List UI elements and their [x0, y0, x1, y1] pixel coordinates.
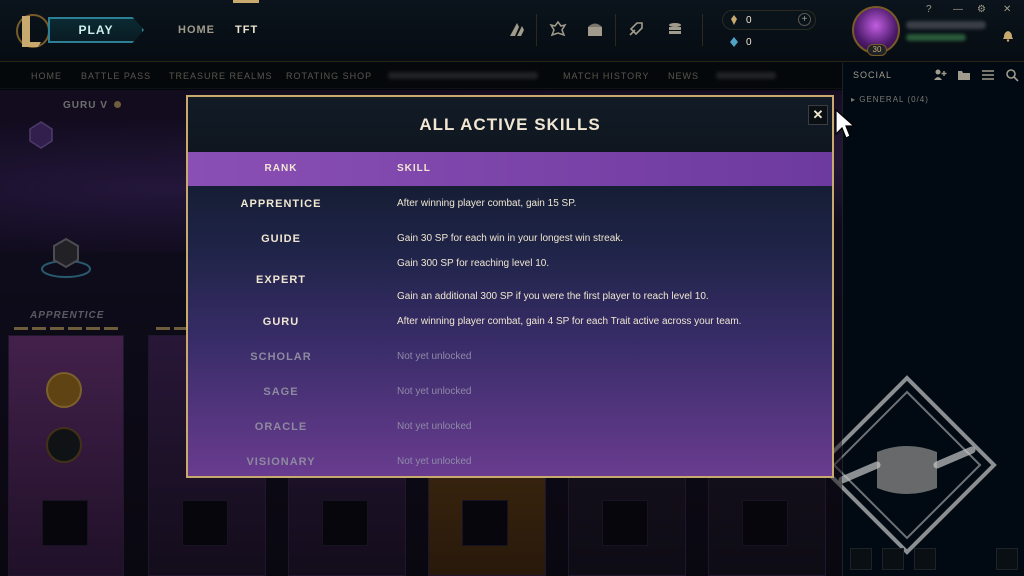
close-button[interactable]: ✕	[808, 105, 828, 125]
pass-icon[interactable]	[547, 18, 569, 40]
summoner-level: 30	[867, 44, 887, 56]
rank-guide: GUIDE	[261, 233, 301, 245]
skill-guru: After winning player combat, gain 4 SP f…	[397, 316, 742, 327]
skill-expert-2: Gain an additional 300 SP if you were th…	[397, 291, 709, 302]
collection-icon[interactable]	[664, 18, 686, 40]
help-icon[interactable]	[996, 548, 1018, 570]
skills-table-header: RANK SKILL	[188, 152, 832, 186]
mic-icon[interactable]	[914, 548, 936, 570]
search-icon[interactable]	[1005, 68, 1019, 82]
social-title: SOCIAL	[853, 70, 893, 80]
rank-apprentice: APPRENTICE	[240, 198, 322, 210]
skill-sage: Not yet unlocked	[397, 386, 472, 397]
nav-tft-tab[interactable]: TFT	[235, 24, 258, 36]
skill-apprentice: After winning player combat, gain 15 SP.	[397, 198, 577, 209]
top-bar: PLAY HOME TFT 0 + 0 30 ? — ⚙ ✕	[0, 0, 1024, 62]
play-button[interactable]: PLAY	[48, 17, 144, 43]
notification-bell-icon[interactable]	[1002, 30, 1014, 42]
skill-scholar: Not yet unlocked	[397, 351, 472, 362]
close-window-button[interactable]: ✕	[1003, 4, 1011, 15]
tft-arrows-icon[interactable]	[506, 18, 528, 40]
all-active-skills-modal: ALL ACTIVE SKILLS ✕ RANK SKILL APPRENTIC…	[186, 95, 834, 478]
skill-visionary: Not yet unlocked	[397, 456, 472, 467]
skill-guide: Gain 30 SP for each win in your longest …	[397, 233, 624, 244]
column-header-rank: RANK	[264, 163, 298, 174]
add-friend-icon[interactable]	[933, 68, 947, 82]
rank-visionary: VISIONARY	[246, 456, 316, 468]
status-blurred	[906, 34, 966, 41]
rp-amount: 0	[746, 14, 752, 26]
divider	[615, 14, 616, 46]
rank-scholar: SCHOLAR	[250, 351, 312, 363]
chest-icon[interactable]	[584, 18, 606, 40]
rank-expert: EXPERT	[255, 274, 306, 286]
modal-title: ALL ACTIVE SKILLS	[419, 115, 601, 134]
divider	[702, 14, 703, 46]
rank-oracle: ORACLE	[254, 421, 308, 433]
currency-panel: 0 + 0	[722, 10, 816, 52]
nav-home-tab[interactable]: HOME	[178, 24, 215, 36]
modal-header: ALL ACTIVE SKILLS ✕	[188, 97, 832, 152]
summoner-name-blurred	[906, 21, 986, 29]
rp-icon	[731, 15, 737, 25]
league-logo-icon[interactable]	[14, 12, 48, 50]
be-balance[interactable]: 0	[728, 34, 752, 50]
minimize-button[interactable]: —	[953, 4, 963, 15]
social-group-general[interactable]: ▸ GENERAL (0/4)	[851, 95, 929, 104]
list-view-icon[interactable]	[981, 68, 995, 82]
skill-expert-1: Gain 300 SP for reaching level 10.	[397, 258, 550, 269]
skill-oracle: Not yet unlocked	[397, 421, 472, 432]
social-group-label: GENERAL (0/4)	[859, 95, 929, 104]
mouse-cursor-icon	[835, 108, 856, 139]
rp-balance[interactable]: 0	[728, 12, 752, 28]
rocket-icon[interactable]	[625, 18, 647, 40]
help-button[interactable]: ?	[926, 4, 932, 15]
rank-sage: SAGE	[263, 386, 299, 398]
blue-essence-icon	[730, 37, 738, 47]
divider	[536, 14, 537, 46]
be-amount: 0	[746, 36, 752, 48]
notes-icon[interactable]	[882, 548, 904, 570]
column-header-skill: SKILL	[397, 163, 431, 174]
active-tab-indicator	[233, 0, 259, 3]
rank-guru: GURU	[262, 316, 300, 328]
chat-icon[interactable]	[850, 548, 872, 570]
settings-gear-icon[interactable]: ⚙	[977, 4, 986, 15]
folder-icon[interactable]	[957, 68, 971, 82]
add-rp-button[interactable]: +	[798, 13, 811, 26]
